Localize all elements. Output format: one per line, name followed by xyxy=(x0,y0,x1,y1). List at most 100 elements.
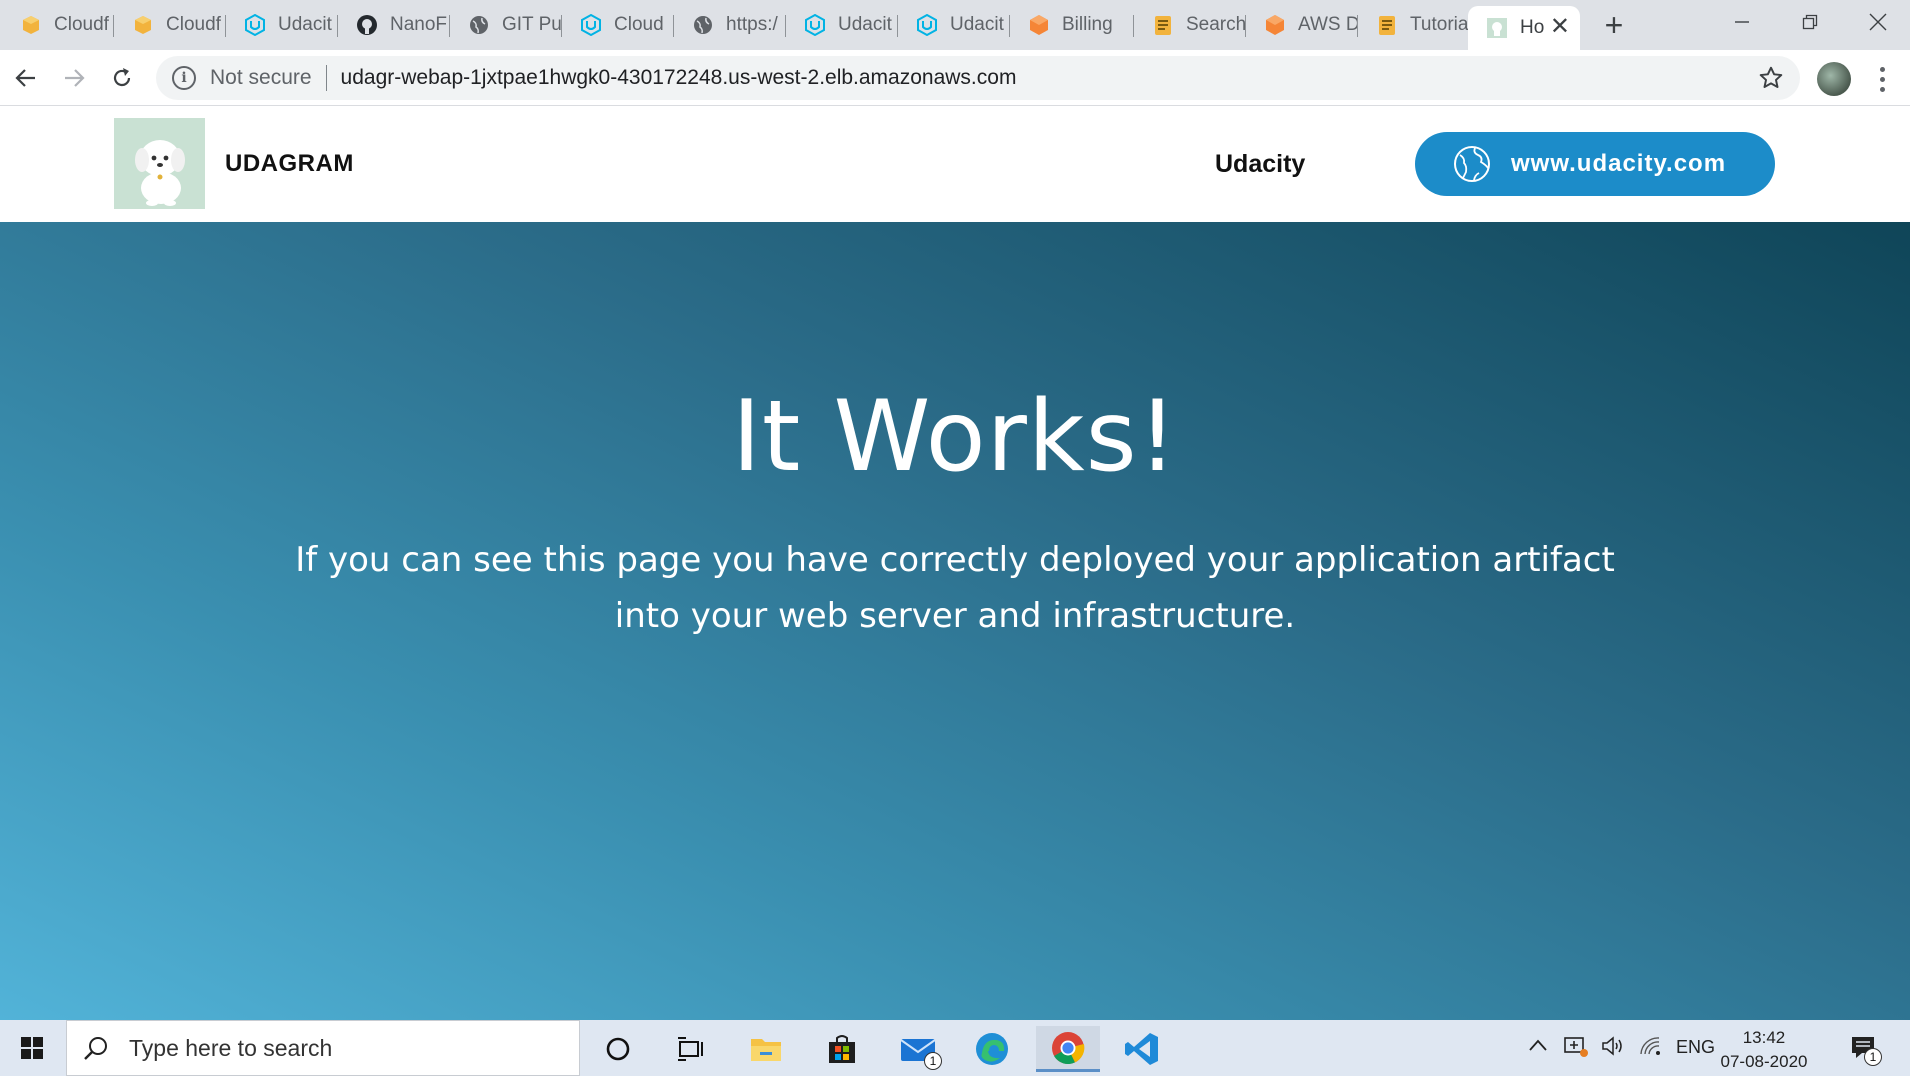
udacity-website-button[interactable]: www.udacity.com xyxy=(1415,132,1775,196)
hero-title: It Works! xyxy=(732,380,1178,494)
close-window-button[interactable] xyxy=(1844,0,1910,44)
browser-tab[interactable]: Tutoria xyxy=(1358,8,1470,42)
clock-date: 07-08-2020 xyxy=(1720,1052,1808,1071)
network-button[interactable] xyxy=(1638,1034,1662,1063)
speaker-icon xyxy=(1602,1036,1622,1056)
aws-orange-box-icon xyxy=(1264,14,1286,36)
new-tab-button[interactable]: + xyxy=(1597,8,1631,42)
clock-time: 13:42 xyxy=(1742,1028,1786,1047)
browser-tab[interactable]: AWS D xyxy=(1246,8,1358,42)
show-hidden-icons-button[interactable] xyxy=(1528,1036,1548,1057)
mail-button[interactable]: 1 xyxy=(888,1026,948,1072)
browser-tab[interactable]: Cloudf xyxy=(2,8,114,42)
restore-button[interactable] xyxy=(1776,0,1844,44)
tab-label: https:/ xyxy=(726,14,778,35)
task-view-button[interactable] xyxy=(660,1026,720,1072)
store-bag-icon xyxy=(829,1035,855,1063)
input-language[interactable]: ENG xyxy=(1676,1037,1715,1058)
search-icon xyxy=(84,1037,107,1060)
volume-button[interactable] xyxy=(1600,1034,1624,1063)
brand-name[interactable]: UDAGRAM xyxy=(225,150,354,178)
taskbar-search-box[interactable]: Type here to search xyxy=(66,1020,580,1076)
mail-count-badge: 1 xyxy=(924,1052,942,1070)
udagram-logo[interactable] xyxy=(114,118,205,209)
tab-label: Cloudf xyxy=(54,14,109,35)
browser-toolbar: i Not secure udagr-webap-1jxtpae1hwgk0-4… xyxy=(0,50,1910,106)
udacity-icon xyxy=(916,14,938,36)
tab-label: Udacit xyxy=(278,14,332,35)
udacity-icon xyxy=(580,14,602,36)
browser-tab-strip: Cloudf Cloudf Udacit NanoF GIT Pu Cloud … xyxy=(0,0,1910,50)
browser-menu-button[interactable] xyxy=(1870,64,1894,94)
action-center-button[interactable]: 1 xyxy=(1850,1034,1882,1067)
arrow-right-icon xyxy=(65,69,85,87)
file-explorer-button[interactable] xyxy=(736,1026,796,1072)
vscode-button[interactable] xyxy=(1112,1026,1172,1072)
browser-tab[interactable]: GIT Pu xyxy=(450,8,562,42)
wifi-icon xyxy=(1640,1037,1660,1055)
forward-button[interactable] xyxy=(56,60,92,96)
tab-label: Search xyxy=(1186,14,1246,35)
nav-link-udacity[interactable]: Udacity xyxy=(1215,150,1305,179)
address-bar[interactable]: i Not secure udagr-webap-1jxtpae1hwgk0-4… xyxy=(156,56,1800,100)
udagram-favicon xyxy=(1486,17,1508,39)
chrome-button[interactable] xyxy=(1036,1026,1100,1072)
hero-section: It Works! If you can see this page you h… xyxy=(0,222,1910,1020)
udacity-icon xyxy=(244,14,266,36)
tab-label: AWS D xyxy=(1298,14,1358,35)
globe-icon xyxy=(1454,146,1490,182)
aws-docs-icon xyxy=(1376,14,1398,36)
browser-tab[interactable]: https:/ xyxy=(674,8,786,42)
tab-label: Cloudf xyxy=(166,14,221,35)
url-text[interactable]: udagr-webap-1jxtpae1hwgk0-430172248.us-w… xyxy=(341,66,1017,90)
globe-icon xyxy=(468,14,490,36)
tab-label: GIT Pu xyxy=(502,14,562,35)
tab-close-icon[interactable]: ✕ xyxy=(1550,15,1570,39)
tab-label: Cloud xyxy=(614,14,664,35)
aws-box-icon xyxy=(20,14,42,36)
site-header: UDAGRAM Udacity www.udacity.com xyxy=(0,106,1910,222)
tab-label: Udacit xyxy=(838,14,892,35)
cortana-button[interactable] xyxy=(588,1026,648,1072)
dog-illustration xyxy=(114,118,205,209)
vscode-icon xyxy=(1125,1033,1158,1065)
chrome-icon xyxy=(1052,1031,1085,1064)
bookmark-star-icon[interactable] xyxy=(1758,65,1784,91)
browser-tab-active[interactable]: Ho ✕ xyxy=(1468,6,1580,50)
browser-tab[interactable]: Udacit xyxy=(786,8,898,42)
github-icon xyxy=(356,14,378,36)
restore-icon xyxy=(1802,14,1818,30)
profile-avatar[interactable] xyxy=(1817,62,1851,96)
start-button[interactable] xyxy=(0,1020,64,1076)
store-button[interactable] xyxy=(812,1026,872,1072)
power-plug-icon xyxy=(1564,1037,1588,1057)
back-button[interactable] xyxy=(8,60,44,96)
edge-button[interactable] xyxy=(962,1026,1022,1072)
windows-taskbar: Type here to search 1 ENG 13:42 07-08-20… xyxy=(0,1020,1910,1076)
reload-button[interactable] xyxy=(104,60,140,96)
taskbar-search-placeholder: Type here to search xyxy=(129,1034,333,1061)
browser-tab[interactable]: Udacit xyxy=(898,8,1010,42)
close-icon xyxy=(1869,13,1887,31)
browser-tab[interactable]: Cloudf xyxy=(114,8,226,42)
udacity-website-label: www.udacity.com xyxy=(1511,150,1727,177)
battery-status[interactable] xyxy=(1563,1034,1589,1063)
folder-icon xyxy=(751,1039,781,1061)
windows-logo-icon xyxy=(21,1037,43,1059)
system-clock[interactable]: 13:42 07-08-2020 xyxy=(1716,1026,1812,1074)
tab-label: Billing xyxy=(1062,14,1113,35)
security-status[interactable]: Not secure xyxy=(210,66,312,90)
browser-tab[interactable]: NanoF xyxy=(338,8,450,42)
reload-icon xyxy=(113,68,131,87)
aws-orange-box-icon xyxy=(1028,14,1050,36)
udacity-icon xyxy=(804,14,826,36)
minimize-button[interactable] xyxy=(1708,0,1776,44)
info-icon[interactable]: i xyxy=(172,66,196,90)
edge-browser-icon xyxy=(976,1033,1008,1065)
arrow-left-icon xyxy=(15,69,35,87)
browser-tab[interactable]: Cloud xyxy=(562,8,674,42)
browser-tab[interactable]: Udacit xyxy=(226,8,338,42)
browser-tab[interactable]: Billing xyxy=(1010,8,1134,42)
tab-label: Udacit xyxy=(950,14,1004,35)
browser-tab[interactable]: Search xyxy=(1134,8,1246,42)
